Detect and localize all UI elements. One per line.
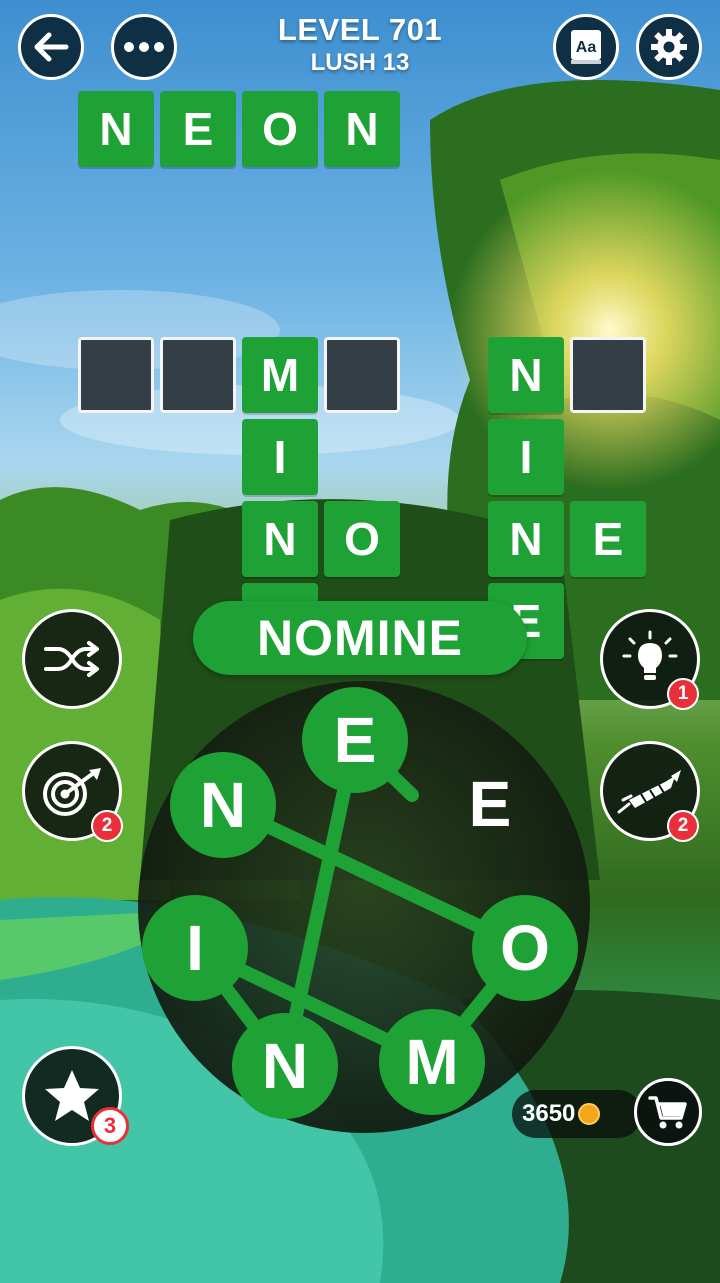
coin-icon	[578, 1103, 601, 1125]
coin-balance: 3650	[512, 1090, 642, 1138]
star-button[interactable]: 3	[22, 1046, 129, 1146]
dictionary-button[interactable]: Aa	[553, 14, 619, 80]
rocket-button[interactable]: 2	[600, 741, 700, 842]
grid-tile: I	[488, 419, 564, 495]
target-button[interactable]: 2	[22, 741, 123, 842]
hint-button[interactable]: 1	[600, 609, 700, 710]
shop-button[interactable]	[634, 1078, 702, 1146]
grid-tile-empty	[160, 337, 236, 413]
grid-tile: E	[160, 91, 236, 167]
grid-tile-empty	[78, 337, 154, 413]
grid-tile: N	[324, 91, 400, 167]
target-count-badge: 2	[91, 810, 123, 842]
gear-icon	[651, 29, 687, 65]
grid-tile: N	[78, 91, 154, 167]
grid-tile: O	[242, 91, 318, 167]
hint-count-badge: 1	[667, 678, 699, 710]
grid-tile: M	[242, 337, 318, 413]
shuffle-button[interactable]	[22, 609, 122, 709]
wheel-letter[interactable]: I	[142, 895, 248, 1001]
grid-tile: N	[242, 501, 318, 577]
lightbulb-icon	[622, 630, 678, 680]
grid-tile: I	[242, 419, 318, 495]
firework-rocket-icon	[617, 770, 681, 814]
wheel-letter[interactable]: E	[302, 687, 408, 793]
grid-tile: N	[488, 501, 564, 577]
settings-button[interactable]	[636, 14, 702, 80]
wheel-letter[interactable]: M	[379, 1009, 485, 1115]
wheel-letter[interactable]: N	[170, 752, 276, 858]
target-icon	[43, 768, 101, 816]
wheel-letter[interactable]: E	[437, 751, 543, 857]
star-count-badge: 3	[91, 1107, 129, 1145]
dictionary-aa-icon: Aa	[571, 30, 601, 64]
svg-text:Aa: Aa	[576, 39, 597, 56]
coin-count: 3650	[522, 1100, 576, 1127]
grid-tile: E	[570, 501, 646, 577]
shopping-cart-icon	[648, 1096, 687, 1129]
current-word-preview: NOMINE	[193, 601, 527, 675]
shuffle-icon	[44, 641, 99, 677]
grid-tile-empty	[570, 337, 646, 413]
game-screen: LEVEL 701 LUSH 13 Aa NEONOMEMNNIINONEEE …	[0, 0, 720, 1283]
rocket-count-badge: 2	[667, 810, 699, 842]
wheel-letter[interactable]: N	[232, 1013, 338, 1119]
grid-tile: N	[488, 337, 564, 413]
grid-tile: O	[324, 501, 400, 577]
grid-tile-empty	[324, 337, 400, 413]
wheel-letter[interactable]: O	[472, 895, 578, 1001]
